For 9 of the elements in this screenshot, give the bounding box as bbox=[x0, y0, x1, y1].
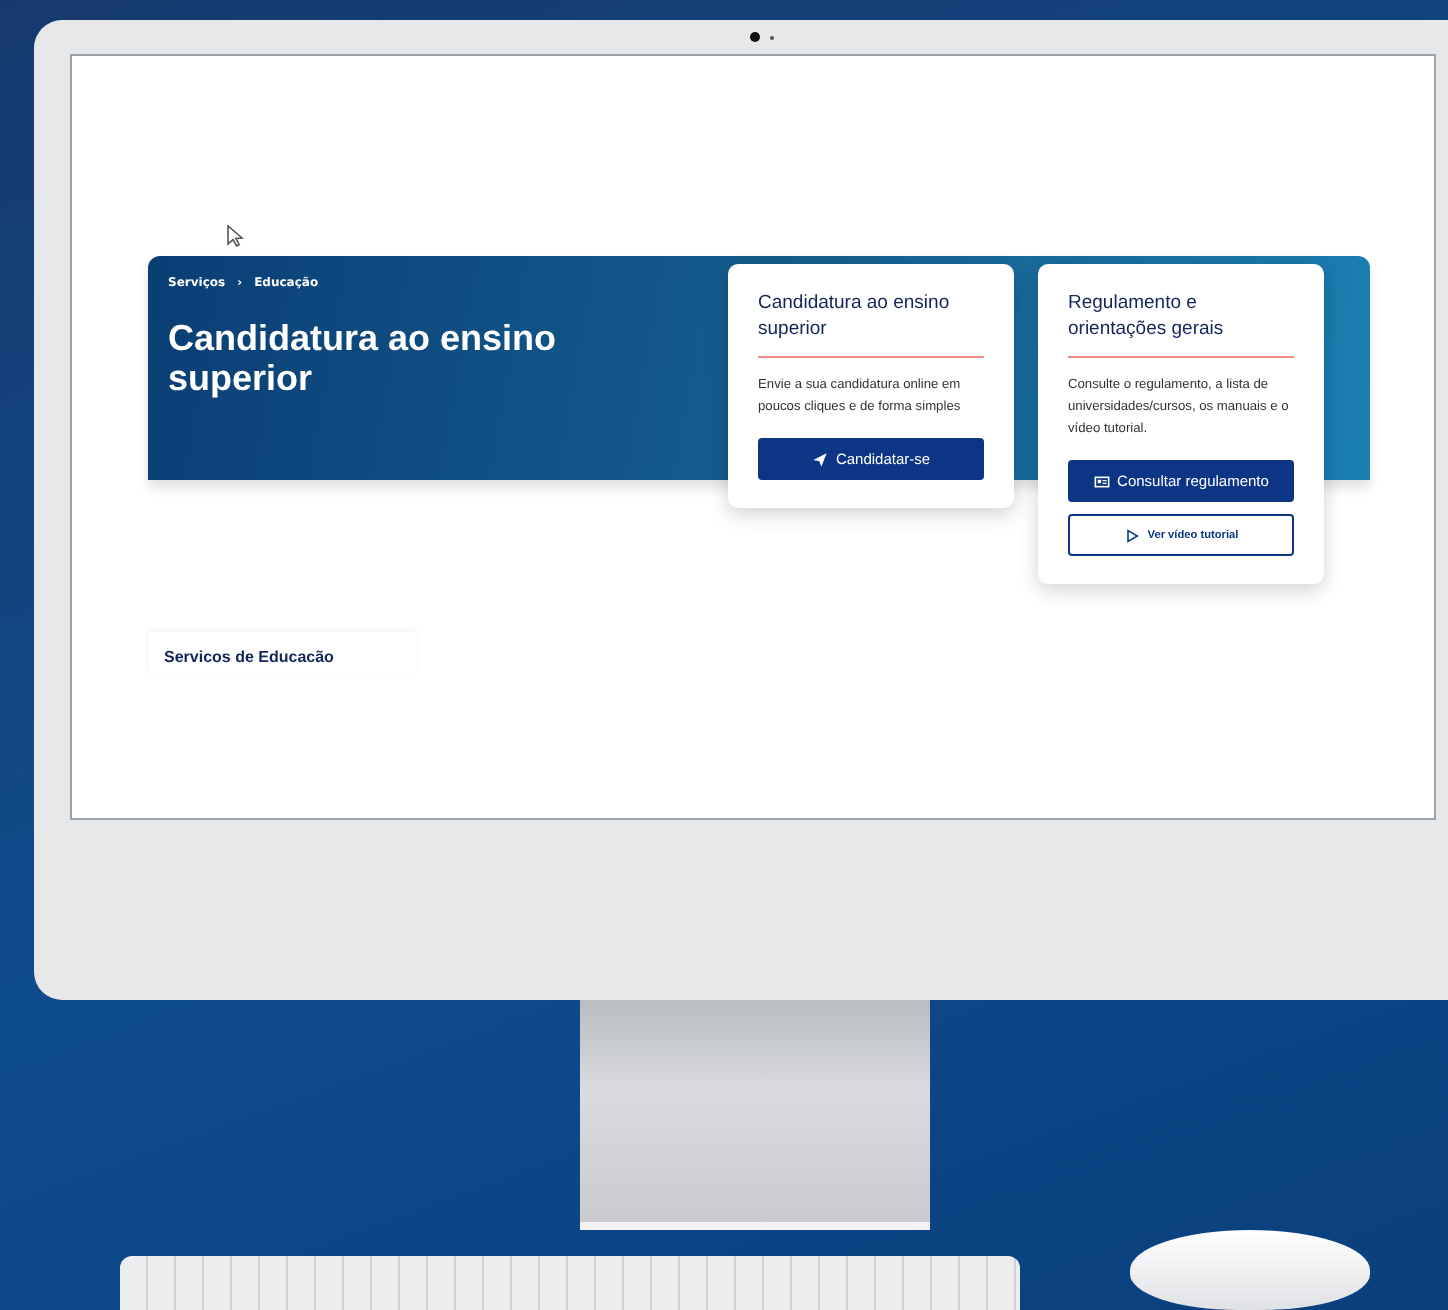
id-card-icon bbox=[1093, 473, 1110, 489]
play-icon bbox=[1123, 527, 1140, 543]
camera-icon bbox=[750, 32, 760, 42]
cursor-icon bbox=[226, 224, 244, 248]
paper-plane-icon bbox=[811, 451, 828, 467]
page-title: Candidatura ao ensino superior bbox=[168, 318, 559, 398]
card-title: Regulamento e orientações gerais bbox=[1068, 290, 1226, 342]
section-title: Servicos de Educacão bbox=[164, 648, 336, 666]
card-title: Candidatura ao ensino superior bbox=[758, 290, 952, 342]
